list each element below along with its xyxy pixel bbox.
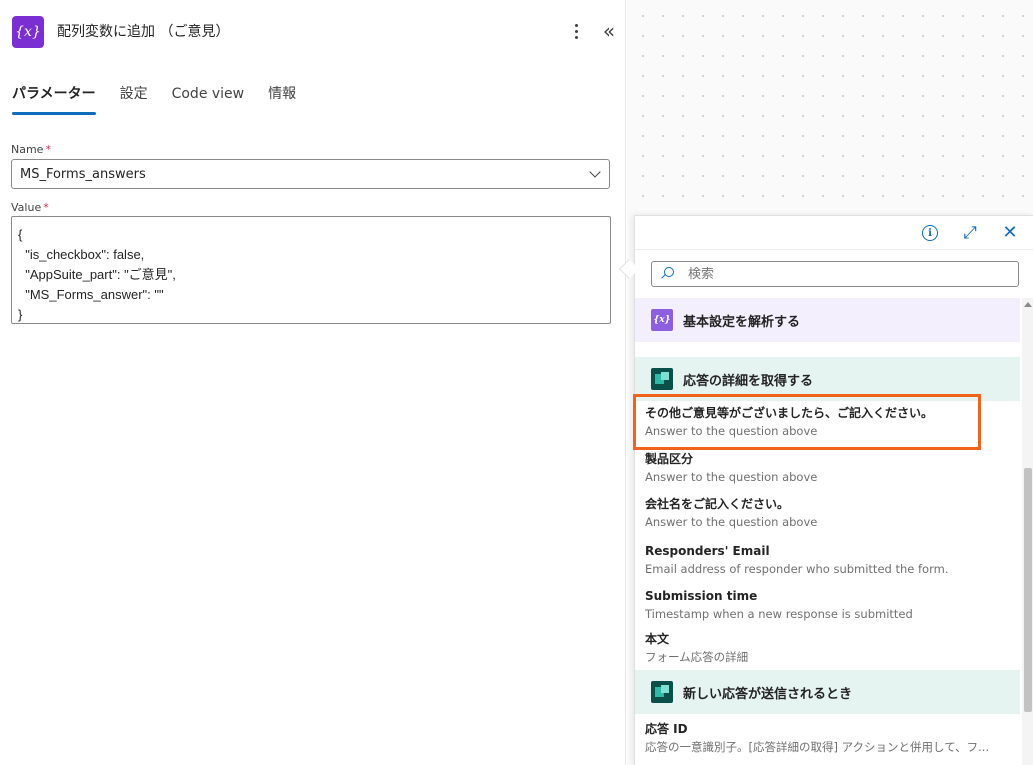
tab-code-view[interactable]: Code view	[172, 84, 245, 116]
value-editor[interactable]: { "is_checkbox": false, "AppSuite_part":…	[11, 216, 611, 324]
search-icon	[660, 267, 674, 281]
list-item[interactable]: Submission time Timestamp when a new res…	[635, 588, 1020, 622]
close-icon[interactable]: ✕	[999, 222, 1021, 244]
list-item[interactable]: 製品区分 Answer to the question above	[635, 451, 1020, 485]
flyout-toolbar: i ⤢ ✕	[635, 216, 1033, 250]
value-line: {	[18, 227, 23, 242]
tab-about[interactable]: 情報	[268, 84, 296, 116]
item-title: Responders' Email	[645, 544, 770, 558]
name-label-text: Name	[11, 143, 44, 156]
dynamic-content-list: {x} 基本設定を解析する 応答の詳細を取得する その他ご意見等がございましたら…	[635, 298, 1020, 765]
dynamic-content-flyout: i ⤢ ✕ {x} 基本設定を解析する 応答の詳細を取得する その他ご意見等がご…	[634, 215, 1033, 765]
value-line: }	[18, 307, 23, 322]
required-marker: *	[45, 143, 51, 156]
value-field-label: Value *	[11, 201, 49, 214]
list-item[interactable]: 会社名をご記入ください。 Answer to the question abov…	[635, 496, 1020, 530]
chevron-down-icon	[589, 168, 601, 180]
collapse-panel-icon[interactable]: «	[598, 19, 620, 43]
item-description: Answer to the question above	[645, 470, 818, 484]
item-description: Email address of responder who submitted…	[645, 562, 949, 576]
group-header-label: 新しい応答が送信されるとき	[683, 686, 853, 702]
value-label-text: Value	[11, 201, 42, 214]
tab-list: パラメーター 設定 Code view 情報	[12, 84, 296, 118]
dynamic-content-search[interactable]	[651, 261, 1019, 287]
group-header-get-response-details[interactable]: 応答の詳細を取得する	[635, 357, 1020, 401]
expand-icon[interactable]: ⤢	[959, 222, 981, 244]
panel-title[interactable]: 配列変数に追加 （ご意見）	[57, 21, 229, 41]
item-description: フォーム応答の詳細	[645, 650, 749, 664]
value-line: "AppSuite_part": "ご意見",	[18, 267, 176, 282]
value-line: "is_checkbox": false,	[18, 247, 145, 262]
variable-icon: {x}	[651, 309, 673, 331]
more-options-icon[interactable]	[566, 20, 586, 42]
tab-settings[interactable]: 設定	[120, 84, 148, 116]
group-header-label: 応答の詳細を取得する	[683, 373, 814, 389]
item-title: 製品区分	[645, 452, 694, 466]
list-item[interactable]: Responders' Email Email address of respo…	[635, 543, 1020, 577]
group-header-new-response[interactable]: 新しい応答が送信されるとき	[635, 670, 1020, 714]
group-header-label: 基本設定を解析する	[683, 314, 801, 330]
value-line: "MS_Forms_answer": ""	[18, 287, 164, 302]
forms-icon	[651, 681, 673, 703]
name-dropdown-value: MS_Forms_answers	[20, 166, 146, 182]
list-item[interactable]: 本文 フォーム応答の詳細	[635, 631, 1020, 665]
scroll-up-arrow[interactable]	[1024, 302, 1032, 307]
item-description: 応答の一意識別子。[応答詳細の取得] アクションと併用して、フ...	[645, 740, 990, 754]
item-description: Timestamp when a new response is submitt…	[645, 607, 913, 621]
item-description: Answer to the question above	[645, 424, 818, 438]
item-title: 会社名をご記入ください。	[645, 497, 790, 511]
item-title: 本文	[645, 632, 670, 646]
tab-parameters[interactable]: パラメーター	[12, 84, 96, 116]
item-title: Submission time	[645, 589, 758, 603]
list-item[interactable]: その他ご意見等がございましたら、ご記入ください。 Answer to the q…	[635, 405, 1020, 439]
required-marker: *	[43, 201, 49, 214]
search-input[interactable]	[688, 266, 1018, 282]
scroll-thumb[interactable]	[1024, 468, 1032, 712]
name-field-label: Name *	[11, 143, 51, 156]
item-description: Answer to the question above	[645, 515, 818, 529]
variable-icon: {x}	[12, 16, 44, 48]
item-title: その他ご意見等がございましたら、ご記入ください。	[645, 406, 934, 420]
info-icon[interactable]: i	[919, 222, 941, 244]
group-header-parse-settings[interactable]: {x} 基本設定を解析する	[635, 298, 1020, 342]
name-dropdown[interactable]: MS_Forms_answers	[11, 159, 610, 189]
list-scrollbar[interactable]	[1022, 298, 1033, 765]
item-title: 応答 ID	[645, 722, 688, 736]
forms-icon	[651, 368, 673, 390]
list-item[interactable]: 応答 ID 応答の一意識別子。[応答詳細の取得] アクションと併用して、フ...	[635, 721, 1020, 755]
panel-header: {x} 配列変数に追加 （ご意見） «	[0, 0, 626, 64]
action-config-panel: {x} 配列変数に追加 （ご意見） « パラメーター 設定 Code view …	[0, 0, 626, 765]
